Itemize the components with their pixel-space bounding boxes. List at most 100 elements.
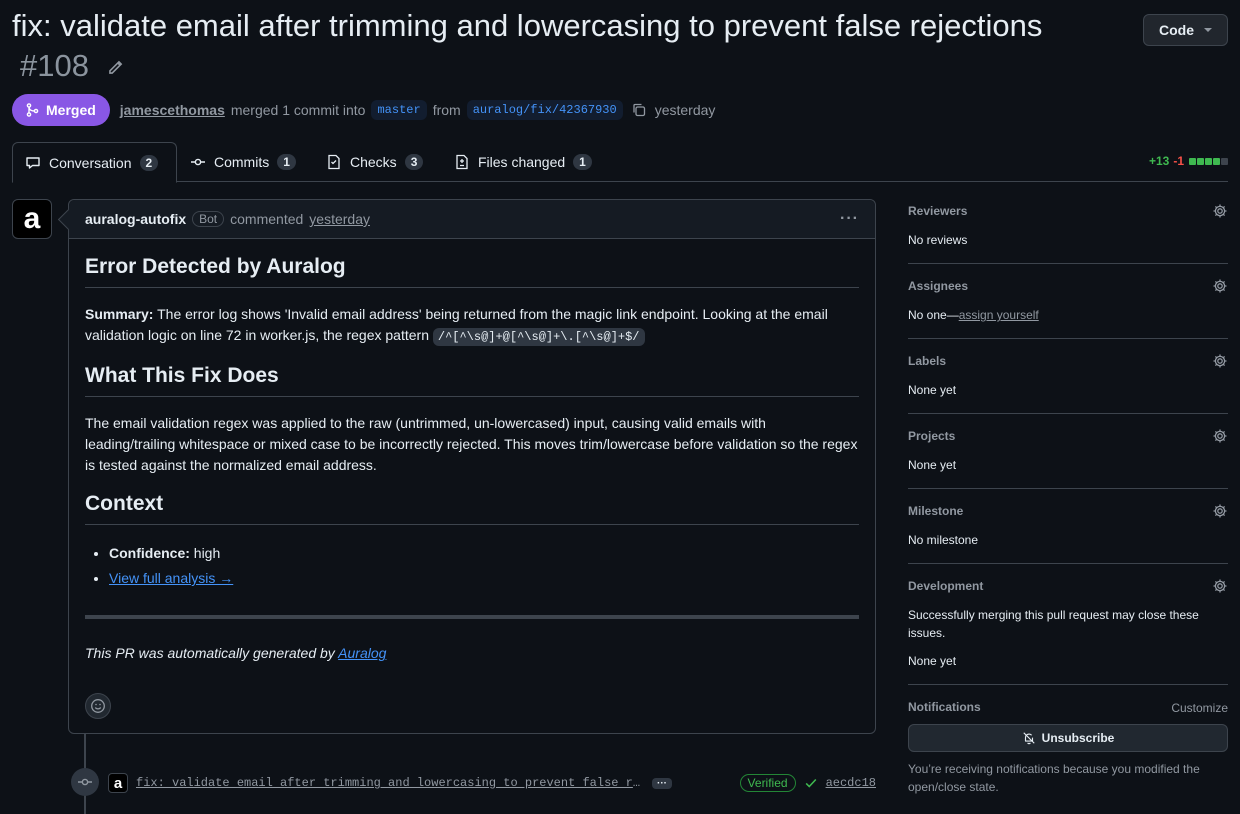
comment-header: auralog-autofix Bot commented yesterday … (69, 200, 875, 239)
tab-label: Checks (350, 154, 397, 170)
kebab-menu-icon[interactable]: ··· (840, 210, 859, 228)
section-title: Assignees (908, 279, 969, 293)
sidebar-assignees: Assignees No one—assign yourself (908, 274, 1228, 339)
comment-time[interactable]: yesterday (309, 211, 370, 227)
tab-counter: 1 (573, 154, 592, 170)
bot-avatar[interactable]: a (12, 199, 52, 239)
add-reaction-button[interactable] (85, 693, 111, 719)
context-list: Confidence: high View full analysis → (85, 541, 859, 591)
commit-icon (191, 158, 205, 166)
footer-text: This PR was automatically generated by (85, 645, 339, 661)
tab-counter: 1 (277, 154, 296, 170)
from-text: from (432, 102, 461, 118)
fix-paragraph: The email validation regex was applied t… (85, 415, 858, 473)
section-value: None yet (908, 458, 957, 472)
merged-badge-label: Merged (46, 102, 96, 118)
development-desc: Successfully merging this pull request m… (908, 608, 1199, 640)
tab-commits[interactable]: Commits 1 (178, 142, 308, 182)
commit-row: a fix: validate email after trimming and… (108, 772, 876, 794)
commit-sha[interactable]: aecdc18 (826, 776, 876, 790)
sidebar-projects: Projects None yet (908, 424, 1228, 489)
comment-icon (26, 156, 40, 169)
sidebar-milestone: Milestone No milestone (908, 499, 1228, 564)
verified-badge[interactable]: Verified (739, 774, 796, 792)
section-value: No milestone (908, 533, 979, 547)
merged-badge: Merged (12, 94, 110, 126)
pr-description-comment: auralog-autofix Bot commented yesterday … (68, 199, 876, 734)
sidebar-notifications: Notifications Customize Unsubscribe You’… (908, 695, 1228, 796)
gear-icon[interactable] (1212, 278, 1228, 294)
tab-counter: 3 (404, 154, 424, 170)
tab-label: Files changed (478, 154, 566, 170)
regex-code: /^[^\s@]+@[^\s@]+\.[^\s@]+$/ (432, 328, 645, 346)
code-button-label: Code (1159, 22, 1194, 38)
confidence-label: Confidence: (109, 545, 190, 561)
bot-badge: Bot (192, 211, 225, 227)
comment-author[interactable]: auralog-autofix (85, 211, 186, 227)
gear-icon[interactable] (1212, 203, 1228, 219)
bell-slash-icon (1023, 732, 1035, 745)
analysis-link[interactable]: View full analysis → (109, 570, 233, 586)
checklist-icon (328, 154, 340, 170)
sidebar-reviewers: Reviewers No reviews (908, 199, 1228, 264)
assign-yourself-link[interactable]: assign yourself (959, 308, 1039, 322)
gear-icon[interactable] (1212, 428, 1228, 444)
tab-checks[interactable]: Checks 3 (314, 142, 435, 182)
merge-author-link[interactable]: jamescethomas (120, 102, 225, 118)
sidebar-development: Development Successfully merging this pu… (908, 574, 1228, 685)
tab-counter: 2 (139, 154, 159, 171)
tab-label: Commits (214, 154, 270, 170)
diffstat-bar (1188, 154, 1228, 168)
section-title: Labels (908, 354, 947, 368)
commit-node-icon (71, 768, 99, 796)
pr-title: fix: validate email after trimming and l… (12, 6, 1122, 86)
gear-icon[interactable] (1212, 503, 1228, 519)
tab-conversation[interactable]: Conversation 2 (12, 142, 177, 183)
section-value: None yet (908, 383, 957, 397)
sidebar-labels: Labels None yet (908, 349, 1228, 414)
unsubscribe-button[interactable]: Unsubscribe (908, 724, 1228, 752)
comment-body: Error Detected by Auralog Summary: The e… (69, 239, 875, 696)
heading-context: Context (85, 492, 859, 525)
expand-commit-button[interactable]: ··· (652, 777, 672, 789)
code-button[interactable]: Code (1143, 14, 1228, 46)
pr-title-text: fix: validate email after trimming and l… (12, 8, 1043, 43)
section-value: None yet (908, 654, 957, 668)
deletions-count: -1 (1173, 154, 1184, 168)
gear-icon[interactable] (1212, 353, 1228, 369)
summary-paragraph: Summary: The error log shows 'Invalid em… (85, 304, 859, 348)
copy-icon[interactable] (631, 102, 647, 118)
pr-tabs: Conversation 2 Commits 1 Checks 3 Files … (12, 142, 1228, 183)
footer-note: This PR was automatically generated by A… (85, 643, 859, 664)
section-title: Reviewers (908, 204, 968, 218)
list-item: View full analysis → (109, 566, 859, 591)
confidence-value: high (189, 545, 221, 561)
smiley-icon (91, 699, 105, 713)
auralog-link[interactable]: Auralog (338, 645, 386, 661)
section-value: No reviews (908, 233, 968, 247)
commit-avatar[interactable]: a (108, 773, 128, 793)
sidebar: Reviewers No reviews Assignees No one—as… (908, 199, 1228, 796)
unsubscribe-label: Unsubscribe (1041, 731, 1115, 745)
summary-label: Summary: (85, 306, 154, 322)
section-title: Milestone (908, 504, 964, 518)
list-item: Confidence: high (109, 541, 859, 566)
gear-icon[interactable] (1212, 578, 1228, 594)
head-branch[interactable]: auralog/fix/42367930 (466, 100, 623, 120)
customize-link[interactable]: Customize (1171, 701, 1228, 715)
assignees-value: No one— (908, 308, 959, 322)
merge-action-text: merged 1 commit into (230, 102, 366, 118)
file-diff-icon (456, 154, 468, 170)
tab-files-changed[interactable]: Files changed 1 (442, 142, 604, 182)
merge-icon (26, 103, 39, 117)
section-title: Projects (908, 429, 956, 443)
commit-message[interactable]: fix: validate email after trimming and l… (136, 776, 644, 790)
caret-down-icon (1204, 28, 1212, 32)
merge-time: yesterday (654, 102, 716, 118)
heading-fix: What This Fix Does (85, 364, 859, 397)
base-branch[interactable]: master (371, 100, 427, 120)
check-icon[interactable] (804, 776, 818, 790)
heading-error: Error Detected by Auralog (85, 255, 859, 288)
pencil-icon[interactable] (106, 59, 124, 77)
section-value: No one—assign yourself (908, 306, 1228, 324)
